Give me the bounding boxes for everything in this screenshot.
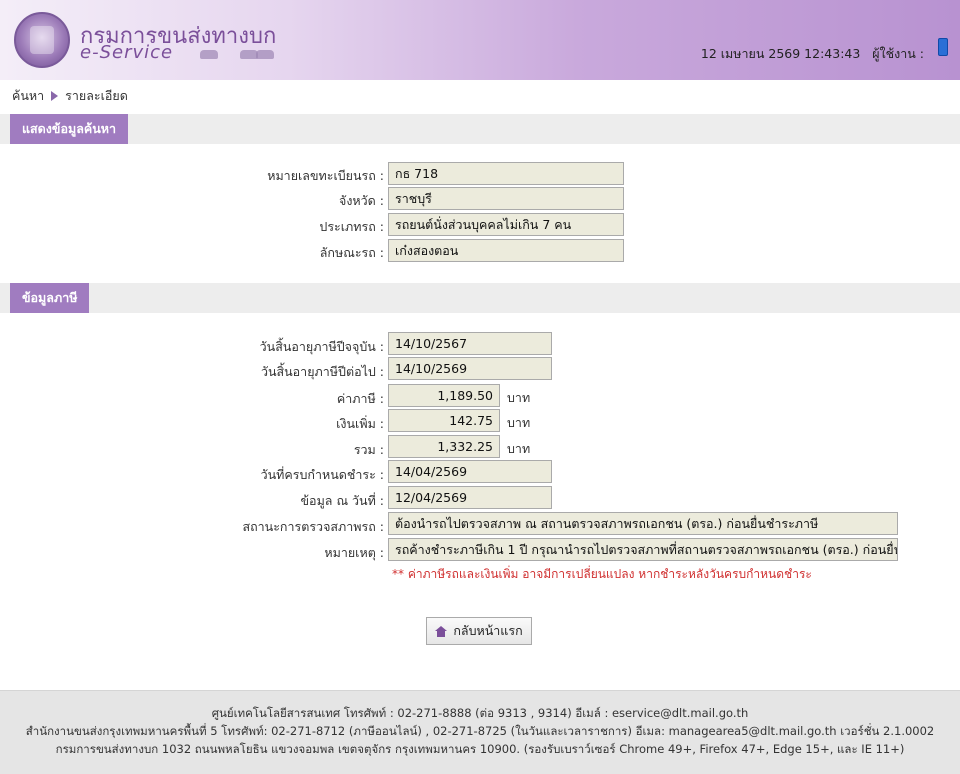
tax-change-note: ** ค่าภาษีรถและเงินเพิ่ม อาจมีการเปลี่ยน… — [392, 567, 812, 581]
data-as-of-label: ข้อมูล ณ วันที่ : — [300, 493, 384, 508]
current-expiry-value: 14/10/2567 — [388, 332, 552, 355]
dlt-seal-logo — [14, 12, 70, 68]
car-icon — [200, 50, 218, 59]
footer: ศูนย์เทคโนโลยีสารสนเทศ โทรศัพท์ : 02-271… — [0, 690, 960, 774]
due-date-label: วันที่ครบกำหนดชำระ : — [260, 467, 384, 482]
province-value: ราชบุรี — [388, 187, 624, 210]
vehicle-section-header: แสดงข้อมูลค้นหา — [0, 114, 960, 144]
breadcrumb-search[interactable]: ค้นหา — [12, 86, 44, 106]
footer-line-3: กรมการขนส่งทางบก 1032 ถนนพหลโยธิน แขวงจอ… — [55, 742, 905, 756]
user-icon[interactable] — [938, 38, 948, 56]
current-expiry-label: วันสิ้นอายุภาษีปีจจุบัน : — [259, 339, 384, 354]
surcharge-label: เงินเพิ่ม : — [336, 416, 384, 431]
surcharge-currency: บาท — [507, 415, 531, 430]
tax-value: 1,189.50 — [388, 384, 500, 407]
home-button[interactable]: กลับหน้าแรก — [426, 617, 532, 645]
province-label: จังหวัด : — [339, 193, 384, 208]
inspection-status-value: ต้องนำรถไปตรวจสภาพ ณ สถานตรวจสภาพรถเอกชน… — [388, 512, 898, 535]
tax-label: ค่าภาษี : — [336, 391, 384, 406]
surcharge-value: 142.75 — [388, 409, 500, 432]
tax-section-header: ข้อมูลภาษี — [0, 283, 960, 313]
tax-section-title: ข้อมูลภาษี — [10, 283, 90, 313]
car-icon — [256, 50, 274, 59]
breadcrumb-detail: รายละเอียด — [65, 88, 128, 103]
remark-label: หมายเหตุ : — [324, 545, 384, 560]
total-label: รวม : — [353, 442, 384, 457]
breadcrumb-arrow-icon — [51, 91, 59, 101]
next-expiry-value: 14/10/2569 — [388, 357, 552, 380]
vehicle-type-value: รถยนต์นั่งส่วนบุคคลไม่เกิน 7 คน — [388, 213, 624, 236]
home-button-label: กลับหน้าแรก — [453, 623, 523, 638]
inspection-label: สถานะการตรวจสภาพรถ : — [242, 519, 384, 534]
header-datetime-user: 12 เมษายน 2569 12:43:43 ผู้ใช้งาน : — [701, 44, 924, 64]
user-label: ผู้ใช้งาน : — [872, 46, 924, 61]
total-value: 1,332.25 — [388, 435, 500, 458]
total-currency: บาท — [507, 441, 531, 456]
vehicle-type-label: ประเภทรถ : — [319, 219, 384, 234]
vehicle-section-title: แสดงข้อมูลค้นหา — [10, 114, 129, 144]
footer-line-1: ศูนย์เทคโนโลยีสารสนเทศ โทรศัพท์ : 02-271… — [211, 706, 749, 720]
current-datetime: 12 เมษายน 2569 12:43:43 — [700, 46, 861, 61]
data-as-of-value: 12/04/2569 — [388, 486, 552, 509]
due-date-value: 14/04/2569 — [388, 460, 552, 483]
plate-label: หมายเลขทะเบียนรถ : — [267, 168, 384, 183]
header-banner: กรมการขนส่งทางบก e-Service 12 เมษายน 256… — [0, 0, 960, 80]
remark-value: รถค้างชำระภาษีเกิน 1 ปี กรุณานำรถไปตรวจส… — [388, 538, 898, 561]
next-expiry-label: วันสิ้นอายุภาษีปีต่อไป : — [260, 364, 384, 379]
tax-currency: บาท — [507, 390, 531, 405]
breadcrumb: ค้นหา รายละเอียด — [12, 86, 128, 106]
plate-value: กธ 718 — [388, 162, 624, 185]
body-type-label: ลักษณะรถ : — [319, 245, 384, 260]
footer-line-2: สำนักงานขนส่งกรุงเทพมหานครพื้นที่ 5 โทรศ… — [25, 724, 935, 738]
home-icon — [435, 625, 448, 637]
eservice-logo-text: e-Service — [80, 42, 174, 63]
body-type-value: เก๋งสองตอน — [388, 239, 624, 262]
